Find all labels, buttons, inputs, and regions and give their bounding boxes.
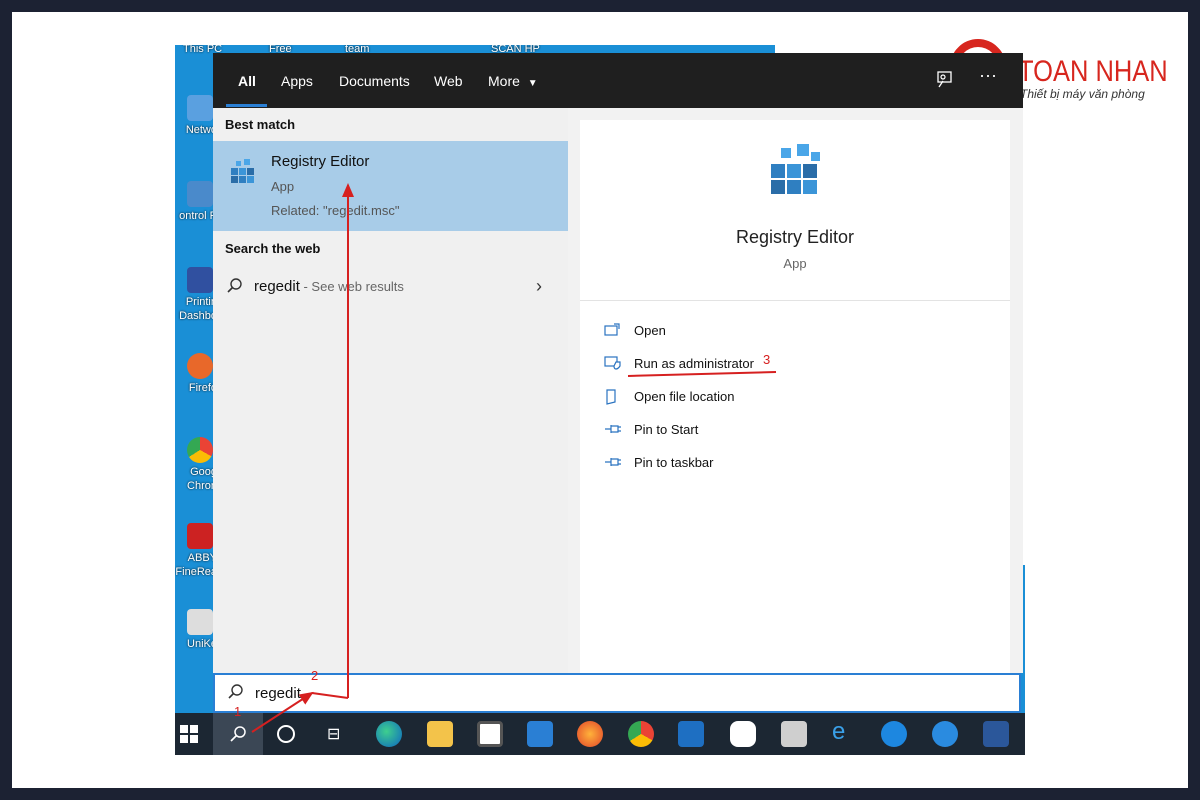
annotation-arrows — [251, 183, 777, 733]
run-as-admin-underline — [627, 371, 777, 377]
arrow-to-search-box — [251, 691, 314, 733]
step-2-label: 2 — [311, 668, 319, 683]
arrow-to-result-base — [311, 692, 349, 699]
step-3-label: 3 — [763, 352, 771, 367]
step-1-label: 1 — [234, 704, 242, 719]
